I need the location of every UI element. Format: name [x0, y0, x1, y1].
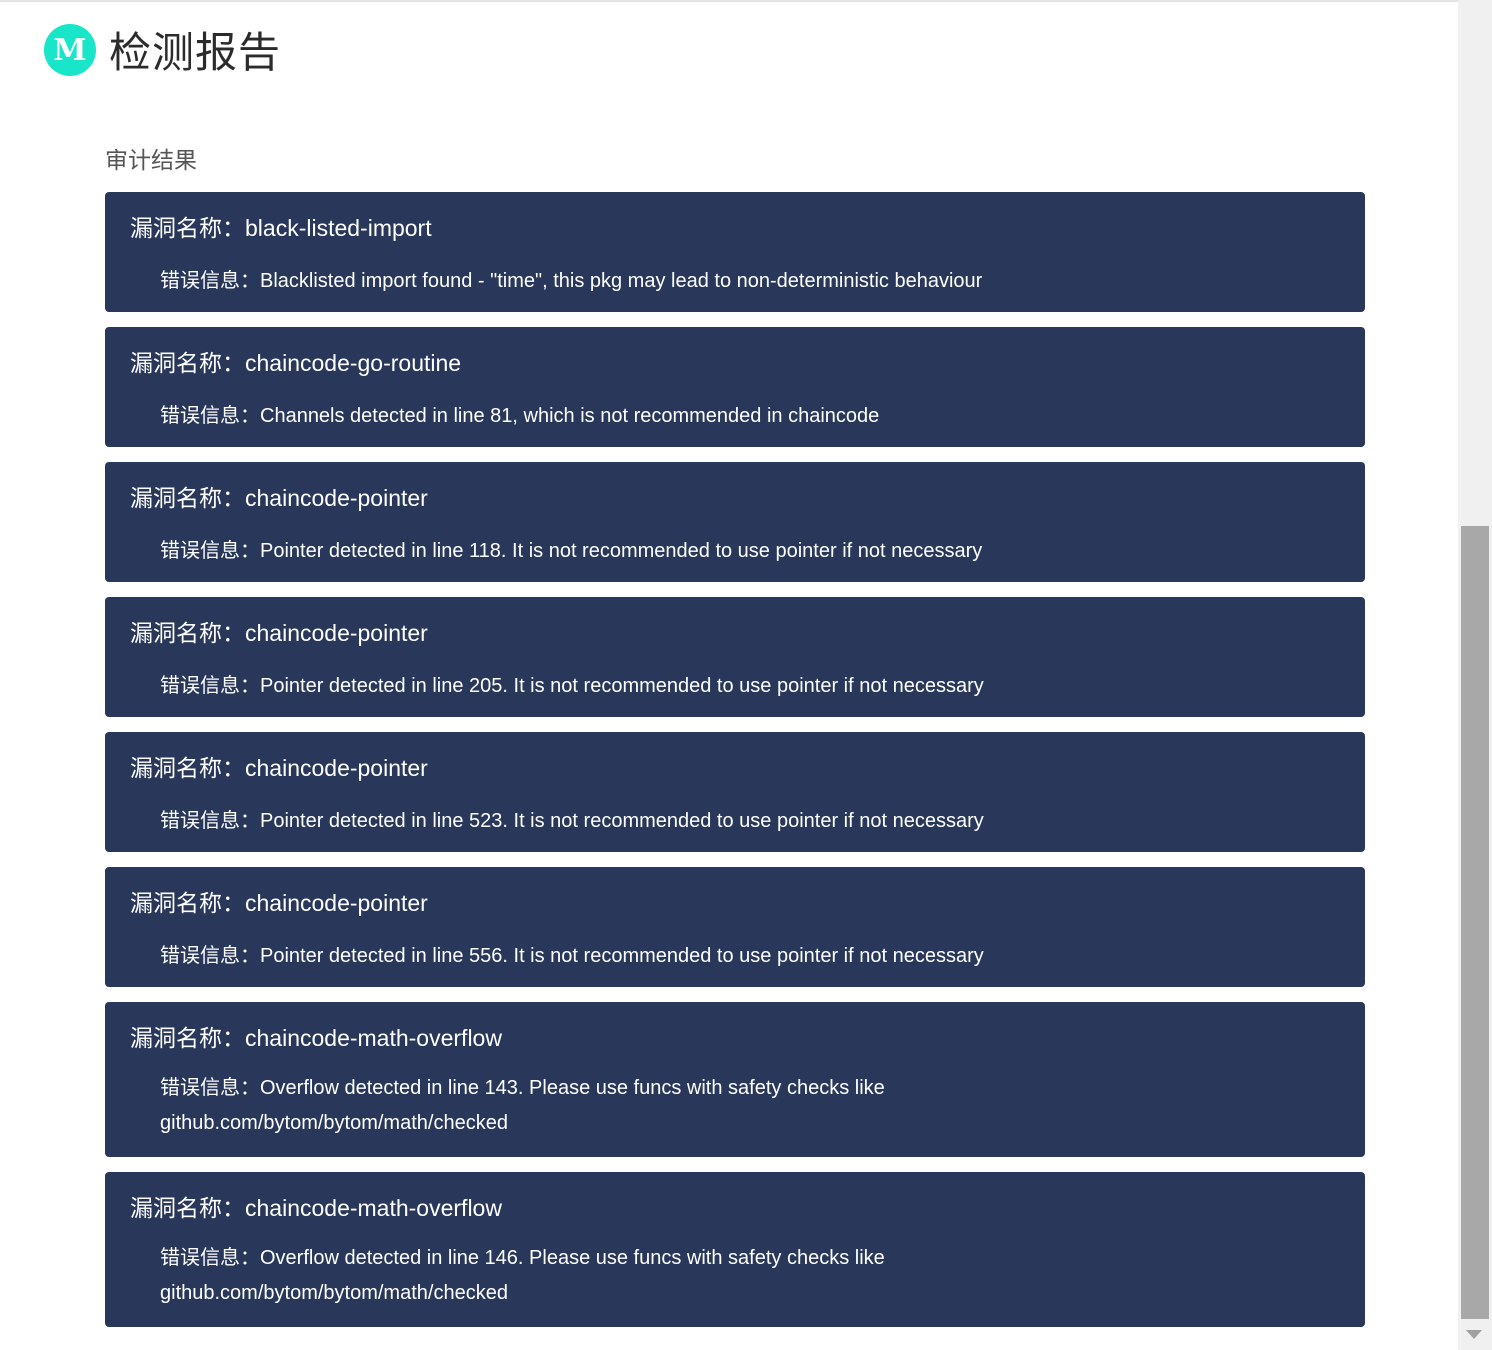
- vulnerability-name: 漏洞名称：chaincode-pointer: [130, 482, 1340, 514]
- vulnerability-name-value: chaincode-pointer: [245, 755, 428, 781]
- result-card: 漏洞名称：chaincode-pointer 错误信息：Pointer dete…: [105, 732, 1365, 852]
- error-message-value: Overflow detected in line 146. Please us…: [160, 1247, 885, 1304]
- vulnerability-name: 漏洞名称：chaincode-math-overflow: [130, 1022, 1340, 1054]
- error-message-value: Pointer detected in line 523. It is not …: [260, 810, 984, 832]
- error-message-label: 错误信息：: [160, 675, 260, 697]
- vulnerability-name-value: chaincode-go-routine: [245, 350, 462, 376]
- vulnerability-name-label: 漏洞名称：: [130, 215, 245, 241]
- error-message: 错误信息：Pointer detected in line 523. It is…: [130, 804, 1340, 839]
- vulnerability-name-value: chaincode-math-overflow: [245, 1195, 502, 1221]
- vulnerability-name-value: chaincode-pointer: [245, 890, 428, 916]
- vulnerability-name-label: 漏洞名称：: [130, 1025, 245, 1051]
- scrollbar-thumb[interactable]: [1461, 526, 1489, 1319]
- scroll-down-arrow-icon[interactable]: [1466, 1330, 1482, 1339]
- result-card: 漏洞名称：chaincode-math-overflow 错误信息：Overfl…: [105, 1002, 1365, 1157]
- error-message-label: 错误信息：: [160, 1077, 260, 1099]
- error-message-value: Pointer detected in line 556. It is not …: [260, 945, 984, 967]
- vulnerability-name-value: chaincode-math-overflow: [245, 1025, 502, 1051]
- vulnerability-name: 漏洞名称：chaincode-pointer: [130, 617, 1340, 649]
- error-message-value: Overflow detected in line 143. Please us…: [160, 1077, 885, 1134]
- error-message: 错误信息：Blacklisted import found - "time", …: [130, 264, 1340, 299]
- vulnerability-name-label: 漏洞名称：: [130, 485, 245, 511]
- error-message-value: Pointer detected in line 118. It is not …: [260, 540, 983, 562]
- result-card: 漏洞名称：chaincode-math-overflow 错误信息：Overfl…: [105, 1172, 1365, 1327]
- error-message: 错误信息：Pointer detected in line 118. It is…: [130, 534, 1340, 569]
- vulnerability-name-label: 漏洞名称：: [130, 890, 245, 916]
- result-card: 漏洞名称：chaincode-go-routine 错误信息：Channels …: [105, 327, 1365, 447]
- error-message-label: 错误信息：: [160, 1247, 260, 1269]
- section-title-audit-results: 审计结果: [105, 147, 197, 173]
- error-message-label: 错误信息：: [160, 405, 260, 427]
- error-message: 错误信息：Overflow detected in line 146. Plea…: [130, 1241, 940, 1311]
- vulnerability-name-label: 漏洞名称：: [130, 1195, 245, 1221]
- vulnerability-name: 漏洞名称：black-listed-import: [130, 212, 1340, 244]
- error-message-label: 错误信息：: [160, 270, 260, 292]
- error-message-value: Blacklisted import found - "time", this …: [260, 270, 983, 292]
- error-message-label: 错误信息：: [160, 945, 260, 967]
- page-header: M 检测报告: [44, 22, 281, 84]
- error-message-value: Channels detected in line 81, which is n…: [260, 405, 880, 427]
- result-card: 漏洞名称：black-listed-import 错误信息：Blackliste…: [105, 192, 1365, 312]
- report-page: M 检测报告 审计结果 漏洞名称：black-listed-import 错误信…: [0, 0, 1492, 1350]
- vulnerability-name-value: chaincode-pointer: [245, 485, 428, 511]
- result-card: 漏洞名称：chaincode-pointer 错误信息：Pointer dete…: [105, 597, 1365, 717]
- vulnerability-name: 漏洞名称：chaincode-pointer: [130, 752, 1340, 784]
- audit-results-list: 漏洞名称：black-listed-import 错误信息：Blackliste…: [105, 192, 1365, 1342]
- error-message: 错误信息：Channels detected in line 81, which…: [130, 399, 1340, 434]
- error-message-value: Pointer detected in line 205. It is not …: [260, 675, 984, 697]
- error-message: 错误信息：Pointer detected in line 556. It is…: [130, 939, 1340, 974]
- vulnerability-name: 漏洞名称：chaincode-go-routine: [130, 347, 1340, 379]
- error-message: 错误信息：Pointer detected in line 205. It is…: [130, 669, 1340, 704]
- vulnerability-name-label: 漏洞名称：: [130, 755, 245, 781]
- result-card: 漏洞名称：chaincode-pointer 错误信息：Pointer dete…: [105, 867, 1365, 987]
- top-divider: [0, 0, 1458, 2]
- error-message: 错误信息：Overflow detected in line 143. Plea…: [130, 1071, 940, 1141]
- vulnerability-name-value: chaincode-pointer: [245, 620, 428, 646]
- vertical-scrollbar[interactable]: [1458, 0, 1492, 1350]
- error-message-label: 错误信息：: [160, 540, 260, 562]
- vulnerability-name: 漏洞名称：chaincode-math-overflow: [130, 1192, 1340, 1224]
- vulnerability-name-value: black-listed-import: [245, 215, 432, 241]
- vulnerability-name: 漏洞名称：chaincode-pointer: [130, 887, 1340, 919]
- result-card: 漏洞名称：chaincode-pointer 错误信息：Pointer dete…: [105, 462, 1365, 582]
- page-title: 检测报告: [109, 29, 282, 76]
- vulnerability-name-label: 漏洞名称：: [130, 350, 245, 376]
- error-message-label: 错误信息：: [160, 810, 260, 832]
- vulnerability-name-label: 漏洞名称：: [130, 620, 245, 646]
- app-logo: M: [44, 24, 96, 76]
